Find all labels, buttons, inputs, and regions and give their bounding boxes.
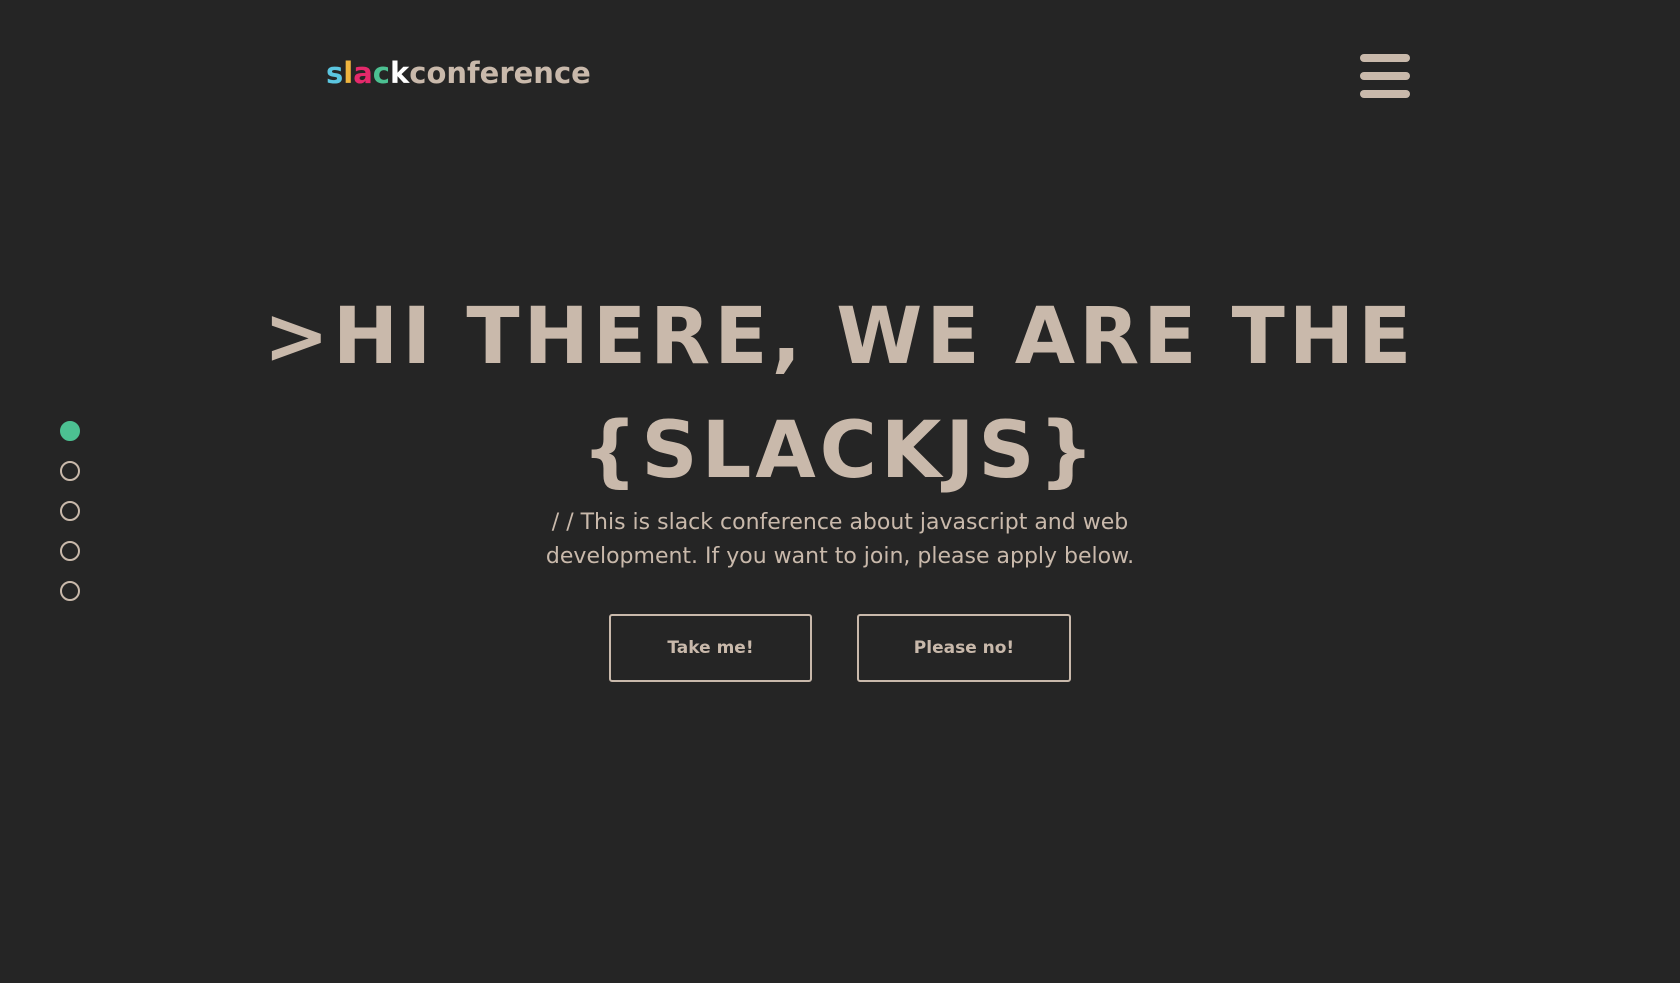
hamburger-bar-top: [1360, 54, 1410, 62]
landing-page: slackconference >HI THERE, WE ARE THE {S…: [0, 0, 1680, 983]
take-me-button[interactable]: Take me!: [609, 614, 812, 682]
hamburger-icon[interactable]: [1360, 54, 1410, 100]
hero-title: >HI THERE, WE ARE THE {SLACKJS}: [0, 280, 1680, 508]
nav-dot-5[interactable]: [60, 581, 80, 601]
hero-title-line-2: {SLACKJS}: [581, 406, 1099, 496]
logo-letter-k: k: [390, 56, 410, 90]
logo-letter-l: l: [343, 56, 354, 90]
nav-dot-4[interactable]: [60, 541, 80, 561]
logo-word-conference: conference: [409, 56, 591, 90]
logo[interactable]: slackconference: [326, 50, 591, 96]
hamburger-bar-middle: [1360, 72, 1410, 80]
hero-subtitle: / / This is slack conference about javas…: [545, 510, 1135, 569]
logo-letter-s: s: [326, 56, 344, 90]
hero-title-line-1: >HI THERE, WE ARE THE: [263, 292, 1416, 382]
logo-letter-c: c: [372, 56, 390, 90]
hamburger-bar-bottom: [1360, 90, 1410, 98]
logo-letter-a: a: [353, 56, 373, 90]
please-no-button[interactable]: Please no!: [857, 614, 1071, 682]
